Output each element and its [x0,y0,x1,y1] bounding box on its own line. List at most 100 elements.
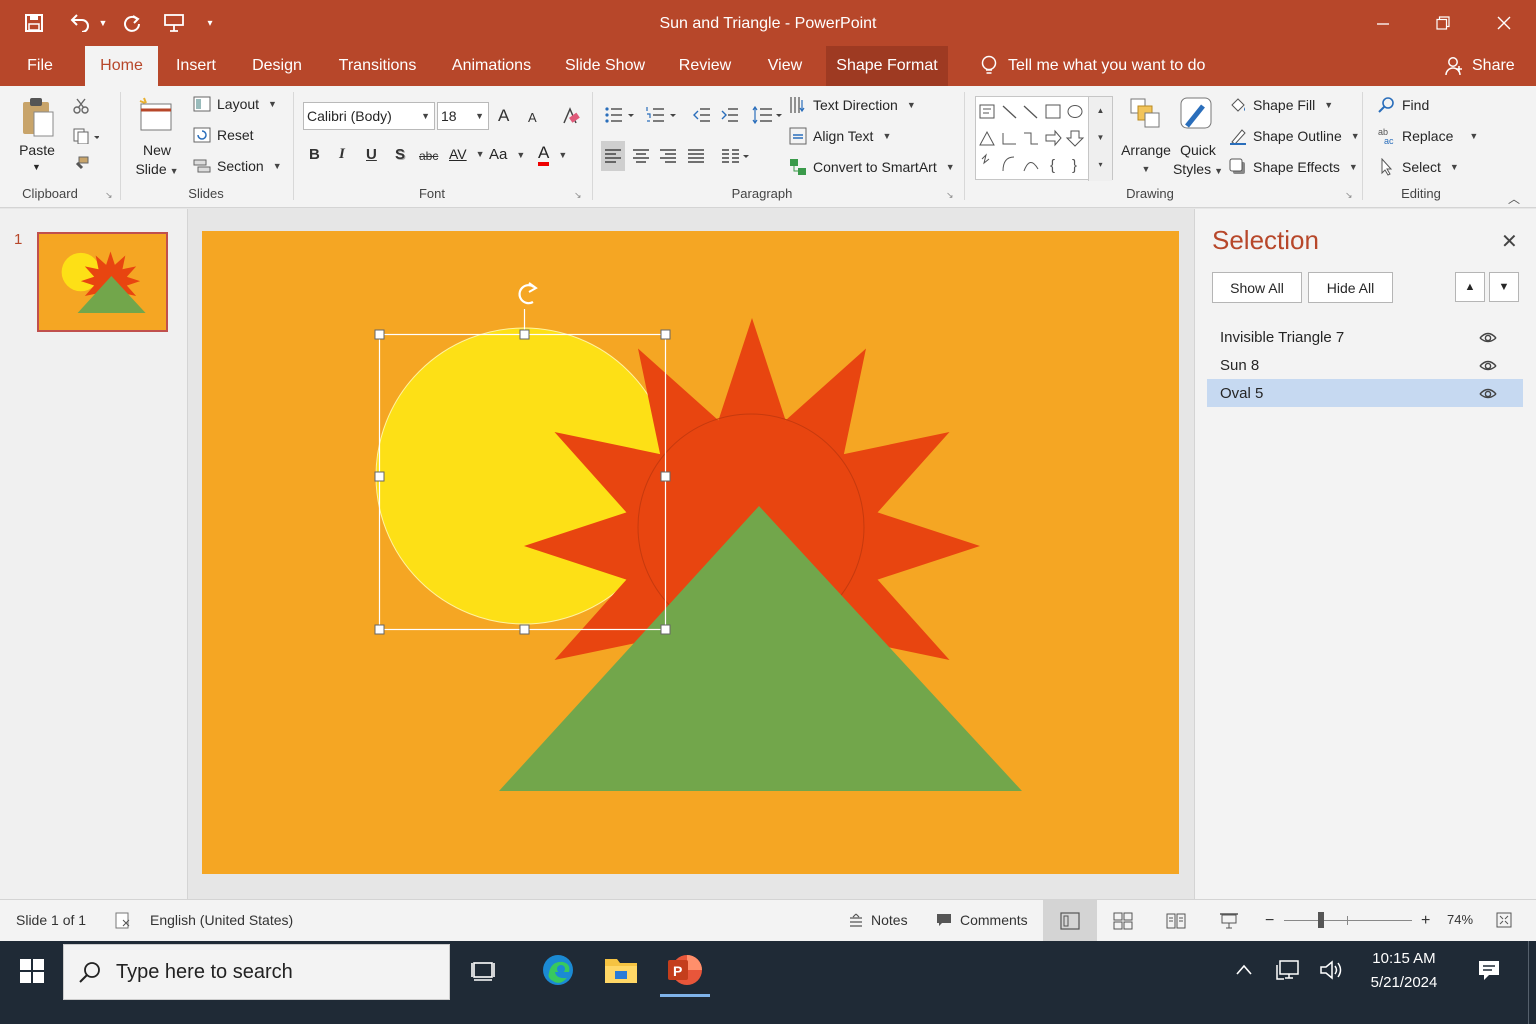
numbering-icon[interactable] [646,106,678,124]
paste-dropdown-icon[interactable]: ▼ [32,162,41,172]
font-size-combo[interactable]: 18 ▼ [437,102,489,130]
bring-forward-icon[interactable]: ▲ [1455,272,1485,302]
convert-smartart-button[interactable]: Convert to SmartArt ▼ [789,158,955,176]
tab-view[interactable]: View [759,46,811,86]
shape-fill-button[interactable]: Shape Fill ▼ [1229,96,1333,114]
arrange-icon[interactable] [1128,96,1162,134]
font-color-button[interactable]: A ▼ [538,144,567,166]
select-button[interactable]: Select ▼ [1378,158,1459,176]
font-family-combo[interactable]: Calibri (Body) ▼ [303,102,435,130]
task-view-icon[interactable] [471,959,495,986]
zoom-level[interactable]: 74% [1447,912,1473,927]
strikethrough-button[interactable]: abc [419,149,438,163]
tab-insert[interactable]: Insert [170,46,222,86]
quick-styles-label[interactable]: Quick Styles ▼ [1170,141,1226,181]
quick-styles-icon[interactable] [1179,96,1215,134]
clock-date[interactable]: 5/21/2024 [1364,974,1444,991]
collapse-ribbon-icon[interactable]: ︿ [1508,190,1520,207]
shrink-font-button[interactable]: A [528,110,537,125]
gallery-scroll[interactable]: ▲ ▼ ▾ [1088,97,1112,181]
new-slide-label[interactable]: New Slide ▼ [130,141,184,181]
tab-file[interactable]: File [16,46,64,86]
paste-icon[interactable] [20,96,56,138]
align-text-button[interactable]: Align Text ▼ [789,127,891,145]
tab-home[interactable]: Home [85,46,158,86]
increase-indent-icon[interactable] [721,106,739,124]
shapes-gallery[interactable]: { } ▲ ▼ ▾ [975,96,1113,181]
windows-start-icon[interactable] [20,959,44,986]
minimize-icon[interactable] [1360,8,1406,38]
align-left-icon[interactable] [604,147,622,165]
slide-canvas[interactable] [202,231,1179,874]
close-pane-icon[interactable]: ✕ [1501,229,1518,254]
powerpoint-taskbar-icon[interactable]: P [665,952,703,991]
find-button[interactable]: Find [1378,96,1429,114]
tab-review[interactable]: Review [674,46,736,86]
edge-icon[interactable] [541,953,575,990]
tell-me-box[interactable]: Tell me what you want to do [980,46,1205,86]
justify-icon[interactable] [687,147,705,165]
eye-icon[interactable] [1479,385,1497,401]
zoom-out-icon[interactable]: − [1265,912,1274,930]
notifications-icon[interactable] [1477,959,1501,984]
close-icon[interactable] [1481,8,1527,38]
zoom-in-icon[interactable]: + [1421,912,1430,930]
shadow-button[interactable]: S [395,146,405,163]
slideshow-view-icon[interactable] [1219,912,1239,930]
restore-icon[interactable] [1420,8,1466,38]
decrease-indent-icon[interactable] [693,106,711,124]
bold-button[interactable]: B [309,146,320,163]
volume-icon[interactable] [1319,959,1345,984]
share-button[interactable]: Share [1444,46,1515,86]
tab-transitions[interactable]: Transitions [331,46,424,86]
tab-design[interactable]: Design [245,46,309,86]
shape-outline-button[interactable]: Shape Outline ▼ [1229,127,1360,145]
selection-item-sun-8[interactable]: Sun 8 [1207,351,1523,379]
clock-time[interactable]: 10:15 AM [1364,950,1444,967]
paragraph-launcher-icon[interactable]: ↘ [946,190,954,201]
zoom-slider-thumb[interactable] [1318,912,1324,928]
normal-view-button[interactable] [1043,900,1097,941]
reading-view-icon[interactable] [1166,912,1186,930]
language-indicator[interactable]: English (United States) [150,912,293,928]
layout-button[interactable]: Layout ▼ [193,96,277,112]
section-button[interactable]: Section ▼ [193,158,282,174]
italic-button[interactable]: I [339,146,345,163]
replace-button[interactable]: ab ac Replace ▼ [1378,127,1478,145]
bullets-icon[interactable] [604,106,636,124]
paste-label[interactable]: Paste [14,141,60,160]
line-spacing-icon[interactable] [752,106,784,124]
notes-button[interactable]: Notes [849,912,908,928]
send-backward-icon[interactable]: ▼ [1489,272,1519,302]
hide-all-button[interactable]: Hide All [1308,272,1393,303]
change-case-button[interactable]: Aa ▼ [489,146,525,163]
file-explorer-icon[interactable] [604,955,638,988]
fit-to-window-icon[interactable] [1496,912,1512,928]
show-desktop-strip[interactable] [1528,941,1529,1024]
selection-item-oval-5[interactable]: Oval 5 [1207,379,1523,407]
reset-button[interactable]: Reset [193,127,254,143]
align-center-icon[interactable] [632,147,650,165]
chevron-up-icon[interactable] [1235,963,1253,980]
tab-shape-format[interactable]: Shape Format [826,46,948,86]
clipboard-launcher-icon[interactable]: ↘ [105,190,113,201]
tab-slide-show[interactable]: Slide Show [561,46,649,86]
slide-thumbnail[interactable] [37,232,168,332]
eye-icon[interactable] [1479,329,1497,345]
shape-effects-button[interactable]: Shape Effects ▼ [1229,158,1358,176]
zoom-slider[interactable] [1284,920,1412,921]
show-all-button[interactable]: Show All [1212,272,1302,303]
grow-font-button[interactable]: A [498,106,509,126]
slide-sorter-icon[interactable] [1113,912,1133,930]
copy-icon[interactable] [73,128,99,144]
cut-icon[interactable] [73,98,89,114]
columns-icon[interactable] [721,147,753,165]
format-painter-icon[interactable] [73,156,89,174]
text-direction-button[interactable]: Text Direction ▼ [789,96,916,114]
selection-item-invisible-triangle-7[interactable]: Invisible Triangle 7 [1207,323,1523,351]
tab-animations[interactable]: Animations [446,46,537,86]
character-spacing-button[interactable]: AV ▼ [449,146,485,162]
font-launcher-icon[interactable]: ↘ [574,190,582,201]
new-slide-icon[interactable] [137,96,175,134]
drawing-launcher-icon[interactable]: ↘ [1345,190,1353,201]
